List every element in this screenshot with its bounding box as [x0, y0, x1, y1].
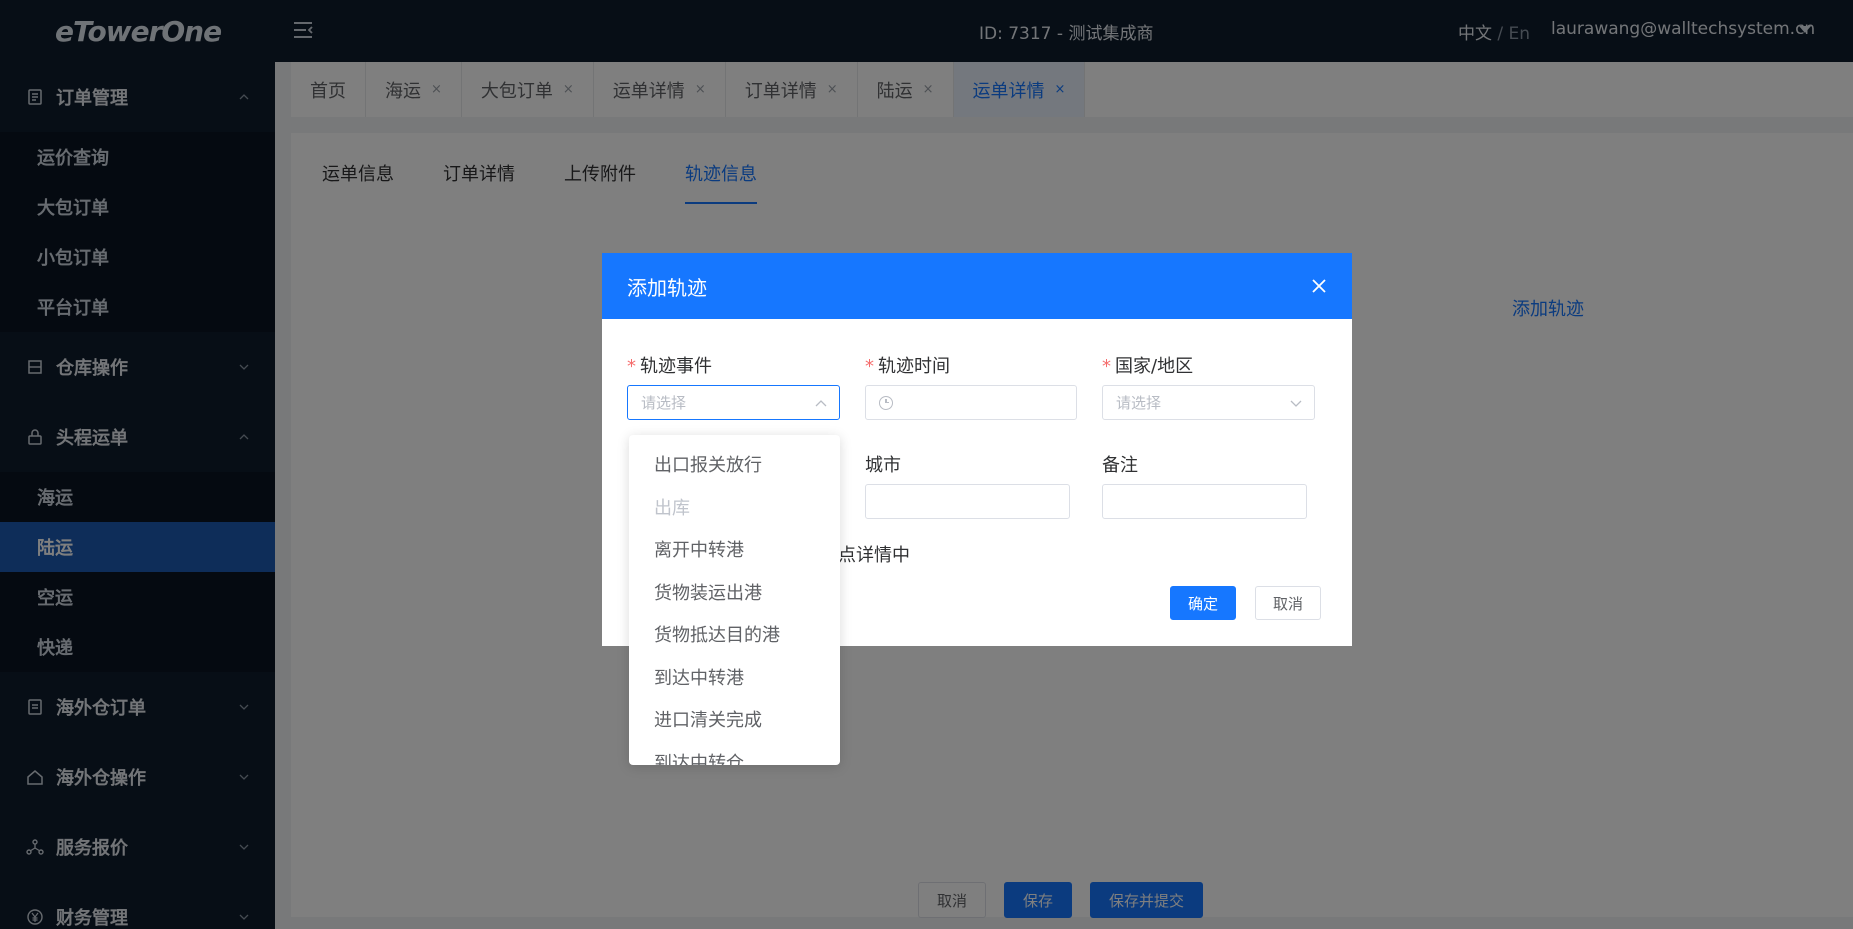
country-select[interactable]: 请选择 [1102, 385, 1315, 420]
field-track-time: * 轨迹时间 [865, 352, 950, 377]
label-text: 轨迹事件 [640, 356, 712, 377]
field-label: 城市 [865, 455, 901, 476]
field-remark: 备注 [1102, 451, 1138, 476]
dialog-title: 添加轨迹 [627, 275, 707, 300]
track-event-select[interactable]: 请选择 [627, 385, 840, 420]
city-input[interactable] [865, 484, 1070, 519]
dropdown-option[interactable]: 货物抵达目的港 [629, 613, 840, 656]
track-time-picker[interactable] [865, 385, 1077, 420]
dropdown-option[interactable]: 离开中转港 [629, 528, 840, 571]
field-label: 备注 [1102, 455, 1138, 476]
field-label: * 轨迹时间 [865, 352, 950, 377]
remark-input[interactable] [1102, 484, 1307, 519]
field-track-event: * 轨迹事件 [627, 352, 712, 377]
dropdown-option[interactable]: 到达中转港 [629, 656, 840, 699]
required-mark: * [627, 356, 636, 377]
node-detail-note: 点详情中 [838, 545, 910, 566]
dropdown-option[interactable]: 出口报关放行 [629, 443, 840, 486]
cancel-button[interactable]: 取消 [1255, 586, 1322, 620]
chevron-down-icon [1290, 400, 1302, 407]
close-icon[interactable] [1310, 277, 1328, 295]
field-country: * 国家/地区 [1102, 352, 1194, 377]
label-text: 国家/地区 [1115, 356, 1194, 377]
required-mark: * [1102, 356, 1111, 377]
clock-icon [879, 395, 893, 410]
field-label: * 轨迹事件 [627, 352, 712, 377]
dialog-actions: 确定 取消 [1170, 586, 1322, 620]
label-text: 轨迹时间 [878, 356, 950, 377]
field-label: * 国家/地区 [1102, 352, 1194, 377]
dropdown-option[interactable]: 货物装运出港 [629, 571, 840, 614]
chevron-up-icon [815, 400, 827, 407]
select-placeholder: 请选择 [641, 394, 687, 412]
dropdown-option[interactable]: 到达中转仓 [629, 741, 840, 765]
dialog-header: 添加轨迹 [602, 253, 1352, 319]
field-city: 城市 [865, 451, 901, 476]
select-placeholder: 请选择 [1116, 394, 1162, 412]
dropdown-option[interactable]: 进口清关完成 [629, 698, 840, 741]
track-event-dropdown: 出口报关放行 出库 离开中转港 货物装运出港 货物抵达目的港 到达中转港 进口清… [629, 435, 840, 765]
dropdown-option: 出库 [654, 497, 690, 519]
required-mark: * [865, 356, 874, 377]
confirm-button[interactable]: 确定 [1170, 586, 1237, 620]
